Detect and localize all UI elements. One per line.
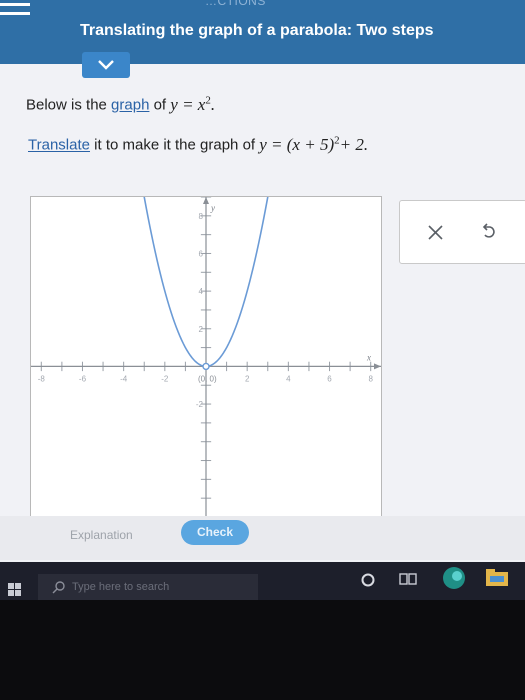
x-tick-label: 8 xyxy=(368,374,373,383)
y-tick-label: -2 xyxy=(196,400,204,409)
windows-start-button[interactable] xyxy=(8,583,22,597)
x-tick-label: 2 xyxy=(245,374,250,383)
equation-original: y = x2. xyxy=(170,94,216,114)
x-tick-label: -4 xyxy=(120,374,128,383)
cortana-button[interactable] xyxy=(360,572,376,593)
prompt-text: Below is the xyxy=(26,96,107,114)
x-axis-arrow xyxy=(374,363,381,370)
y-tick-label: 8 xyxy=(199,212,204,221)
y-tick-label: 2 xyxy=(199,325,204,334)
task-view-button[interactable] xyxy=(398,570,418,593)
file-explorer-button[interactable] xyxy=(484,566,510,595)
graph-tools-panel xyxy=(399,200,525,264)
vertex-label: (0, 0) xyxy=(198,374,217,383)
x-tick-label: -8 xyxy=(38,374,46,383)
explanation-button[interactable]: Explanation xyxy=(70,528,133,542)
y-tick-label: 6 xyxy=(199,249,204,258)
page-title: Translating the graph of a parabola: Two… xyxy=(80,22,434,39)
search-placeholder: Type here to search xyxy=(72,581,170,593)
search-icon xyxy=(52,581,65,594)
edge-browser-button[interactable] xyxy=(440,564,468,597)
edge-icon xyxy=(443,567,465,589)
undo-button[interactable] xyxy=(478,221,500,243)
equation-target: y = (x + 5)2+ 2. xyxy=(259,134,369,154)
coordinate-plane[interactable]: x y -8 -6 -4 -2 2 4 6 8 8 6 4 2 -2 (0, 0) xyxy=(31,197,381,517)
graph-link[interactable]: graph xyxy=(111,97,149,114)
undo-icon xyxy=(482,223,495,238)
prompt-text: it to make it the graph of xyxy=(94,136,256,154)
task-view-icon xyxy=(399,573,417,585)
header-subtitle: …CTIONS xyxy=(205,0,266,8)
prompt-line-2: Translate it to make it the graph of y =… xyxy=(28,134,368,155)
menu-icon[interactable] xyxy=(0,0,34,22)
prompt-line-1: Below is the graph of y = x2. xyxy=(26,94,215,115)
chevron-down-icon xyxy=(98,60,114,70)
x-tick-label: -6 xyxy=(79,374,87,383)
x-axis-label: x xyxy=(366,352,371,362)
vertex-point xyxy=(202,362,210,371)
close-icon xyxy=(428,225,443,240)
y-axis-arrow xyxy=(203,197,209,204)
y-tick-label: 4 xyxy=(199,287,204,296)
equation-period: . xyxy=(210,94,216,114)
expand-header-button[interactable] xyxy=(82,52,130,78)
folder-icon xyxy=(486,569,508,586)
translate-link[interactable]: Translate xyxy=(28,137,90,154)
app-screen: …CTIONS Translating the graph of a parab… xyxy=(0,0,525,600)
y-axis-label: y xyxy=(210,203,215,213)
x-tick-label: 6 xyxy=(327,374,332,383)
equation-base: y = (x + 5) xyxy=(259,134,335,154)
equation-base: y = x xyxy=(170,94,206,114)
x-tick-label: -2 xyxy=(161,374,169,383)
header-bar: …CTIONS Translating the graph of a parab… xyxy=(0,0,525,64)
x-tick-label: 4 xyxy=(286,374,291,383)
cortana-icon xyxy=(361,573,375,587)
taskbar-search-box[interactable]: Type here to search xyxy=(38,574,258,600)
prompt-text: of xyxy=(153,96,167,114)
clear-button[interactable] xyxy=(425,221,447,243)
equation-tail: + 2. xyxy=(339,134,369,154)
windows-logo-icon xyxy=(8,583,21,596)
graph-panel[interactable]: x y -8 -6 -4 -2 2 4 6 8 8 6 4 2 -2 (0, 0) xyxy=(30,196,382,518)
check-button[interactable]: Check xyxy=(181,520,249,545)
